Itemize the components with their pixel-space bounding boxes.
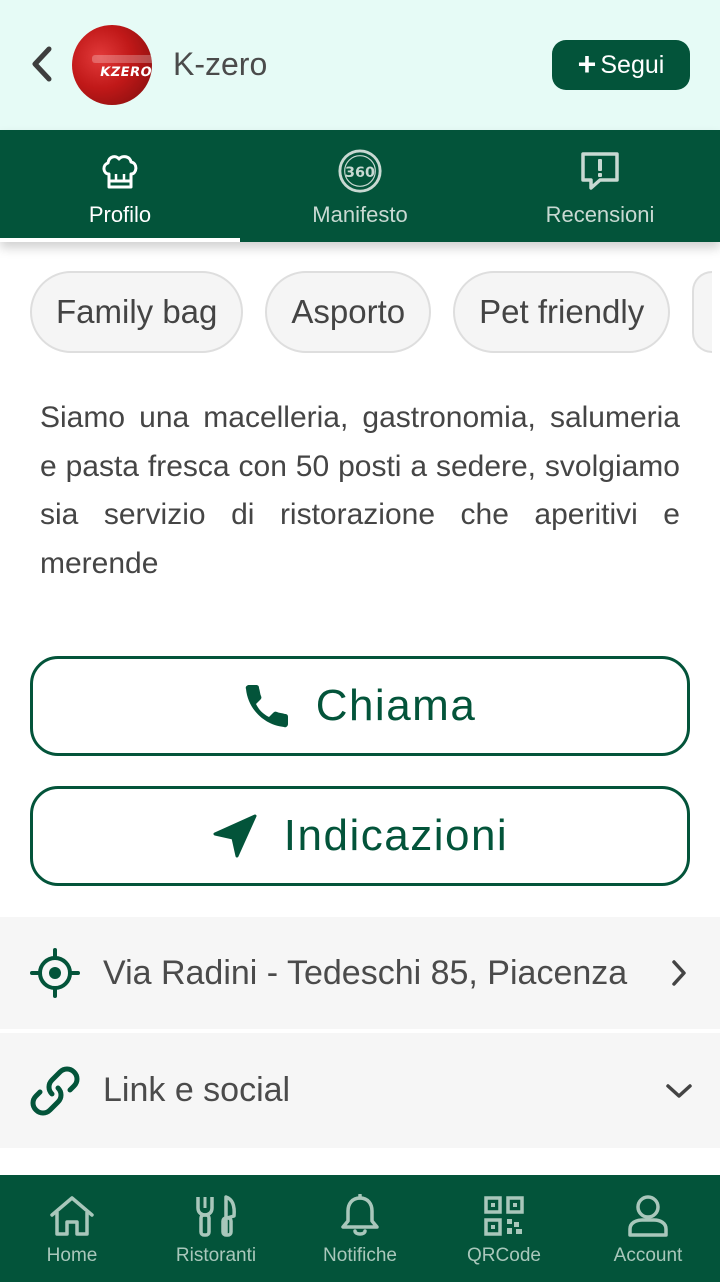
- manifesto-badge-text: 360: [345, 165, 375, 181]
- nav-home-label: Home: [46, 1245, 98, 1266]
- home-icon: [48, 1193, 96, 1239]
- bell-icon: [336, 1193, 384, 1239]
- tab-manifesto-label: Manifesto: [312, 202, 408, 227]
- nav-home[interactable]: Home: [0, 1175, 144, 1282]
- nav-qrcode-label: QRCode: [467, 1245, 541, 1266]
- link-icon: [30, 1066, 80, 1116]
- restaurant-description: Siamo una macelleria, gastronomia, salum…: [40, 401, 680, 580]
- location-target-icon: [30, 948, 80, 998]
- tab-recensioni[interactable]: Recensioni: [480, 130, 720, 242]
- plus-icon: +: [577, 45, 597, 82]
- links-label: Link e social: [103, 1071, 291, 1109]
- chip-family-bag[interactable]: Family bag: [30, 271, 244, 353]
- address-text: Via Radini - Tedeschi 85, Piacenza: [103, 953, 628, 992]
- nav-ristoranti[interactable]: Ristoranti: [144, 1175, 288, 1282]
- nav-qrcode[interactable]: QRCode: [432, 1175, 576, 1282]
- address-row[interactable]: Via Radini - Tedeschi 85, Piacenza: [0, 917, 720, 1029]
- back-button[interactable]: [24, 44, 60, 84]
- chevron-right-icon: [664, 958, 694, 988]
- navigation-arrow-icon: [213, 814, 257, 858]
- tab-manifesto[interactable]: 360 Manifesto: [240, 130, 480, 242]
- call-label: Chiama: [315, 681, 477, 730]
- avatar-logo-text: KZERO: [98, 65, 152, 80]
- nav-account-label: Account: [613, 1245, 683, 1266]
- 360-badge-icon: 360: [337, 148, 383, 194]
- review-alert-icon: [577, 148, 623, 194]
- nav-notifiche-label: Notifiche: [323, 1245, 397, 1266]
- nav-account[interactable]: Account: [576, 1175, 720, 1282]
- directions-label: Indicazioni: [283, 811, 509, 860]
- qrcode-icon: [480, 1193, 528, 1239]
- chef-hat-icon: [97, 148, 143, 194]
- user-icon: [624, 1193, 672, 1239]
- bottom-navigation: Home Ristoranti Notifiche QRCode Account: [0, 1175, 720, 1282]
- tab-bar: Profilo 360 Manifesto Recensioni: [0, 130, 720, 242]
- links-social-row[interactable]: Link e social: [0, 1033, 720, 1148]
- call-button[interactable]: Chiama: [30, 656, 690, 756]
- tab-profilo[interactable]: Profilo: [0, 130, 240, 242]
- nav-ristoranti-label: Ristoranti: [175, 1245, 257, 1266]
- page-title: K-zero: [173, 46, 268, 82]
- cutlery-icon: [192, 1193, 240, 1239]
- chevron-down-icon: [664, 1076, 694, 1106]
- nav-notifiche[interactable]: Notifiche: [288, 1175, 432, 1282]
- top-header: KZERO K-zero + Segui: [0, 0, 720, 130]
- chip-asporto[interactable]: Asporto: [265, 271, 432, 353]
- follow-label: Segui: [600, 50, 665, 79]
- tab-recensioni-label: Recensioni: [545, 202, 655, 227]
- feature-chips: Family bag Asporto Pet friendly: [30, 271, 713, 353]
- phone-icon: [245, 685, 288, 728]
- chevron-left-icon: [32, 46, 52, 82]
- chip-overflow[interactable]: [692, 271, 713, 353]
- avatar-logo-bar: [92, 55, 152, 63]
- tab-profilo-label: Profilo: [88, 202, 152, 227]
- avatar[interactable]: KZERO: [72, 25, 152, 105]
- follow-button[interactable]: + Segui: [552, 40, 690, 90]
- directions-button[interactable]: Indicazioni: [30, 786, 690, 886]
- chip-pet-friendly[interactable]: Pet friendly: [453, 271, 671, 353]
